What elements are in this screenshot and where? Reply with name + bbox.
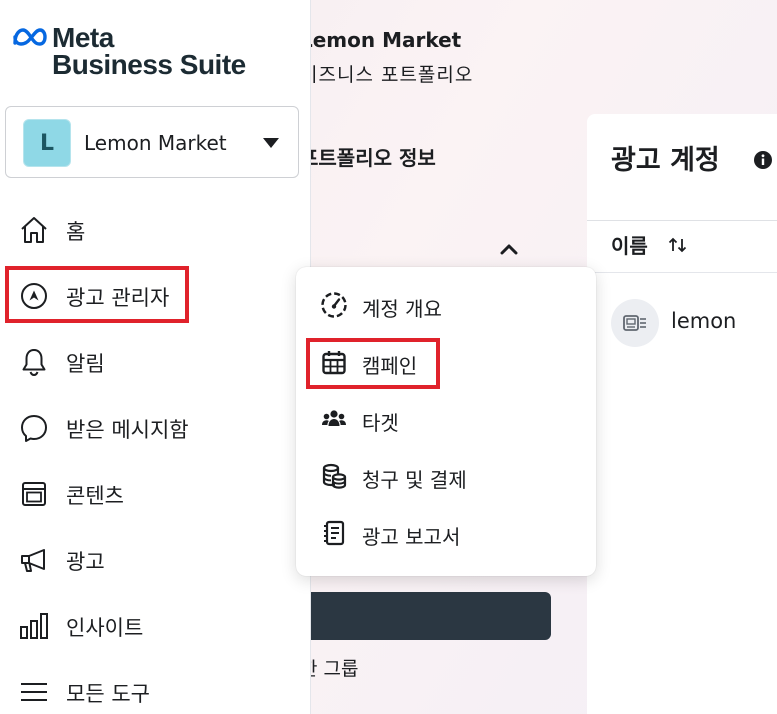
nav-item-ads[interactable]: 광고 bbox=[14, 538, 294, 582]
nav-label: 모든 도구 bbox=[66, 682, 150, 706]
menu-item-label: 캠페인 bbox=[362, 354, 418, 378]
caret-down-icon bbox=[260, 135, 282, 151]
portfolio-heading: 포트폴리오 정보 bbox=[300, 146, 436, 170]
business-name: Lemon Market bbox=[300, 28, 462, 52]
nav-item-content[interactable]: 콘텐츠 bbox=[14, 472, 294, 516]
menu-item-ads-reporting[interactable]: 광고 보고서 bbox=[316, 511, 578, 555]
coins-icon bbox=[320, 462, 348, 490]
nav-item-all-tools[interactable]: 모든 도구 bbox=[14, 670, 294, 714]
nav-label: 광고 관리자 bbox=[66, 286, 170, 310]
menu-item-campaigns[interactable]: 캠페인 bbox=[316, 340, 578, 384]
megaphone-icon bbox=[18, 544, 50, 576]
meta-logo-icon bbox=[12, 27, 48, 47]
sort-icon[interactable] bbox=[667, 235, 689, 255]
primary-action-button[interactable] bbox=[296, 592, 551, 640]
account-avatar: L bbox=[23, 119, 71, 167]
ads-manager-flyout-menu: 계정 개요 캠페인 타겟 청구 및 결제 광고 보고서 bbox=[296, 267, 596, 576]
nav-item-ads-manager[interactable]: 광고 관리자 bbox=[14, 274, 294, 318]
ad-accounts-title: 광고 계정 bbox=[611, 145, 720, 176]
gauge-icon bbox=[320, 291, 348, 319]
ad-account-row[interactable]: lemon bbox=[611, 299, 777, 347]
menu-item-billing[interactable]: 청구 및 결제 bbox=[316, 454, 578, 498]
menu-item-audiences[interactable]: 타겟 bbox=[316, 397, 578, 441]
content-icon bbox=[18, 478, 50, 510]
divider bbox=[587, 272, 777, 273]
meta-business-suite-logo[interactable]: Meta Business Suite bbox=[12, 22, 262, 82]
account-name: Lemon Market bbox=[84, 131, 227, 155]
ads-manager-icon bbox=[18, 280, 50, 312]
audience-icon bbox=[320, 405, 348, 433]
menu-item-label: 청구 및 결제 bbox=[362, 468, 467, 492]
sidebar: Meta Business Suite L Lemon Market 홈 광고 … bbox=[0, 0, 311, 714]
menu-lines-icon bbox=[18, 676, 50, 708]
nav-item-insights[interactable]: 인사이트 bbox=[14, 604, 294, 648]
divider bbox=[587, 220, 777, 221]
chat-bubble-icon bbox=[18, 412, 50, 444]
nav-label: 인사이트 bbox=[66, 616, 144, 640]
bell-icon bbox=[18, 346, 50, 378]
calendar-icon bbox=[320, 348, 348, 376]
menu-item-label: 광고 보고서 bbox=[362, 525, 461, 549]
ad-account-icon bbox=[611, 299, 659, 347]
bar-chart-icon bbox=[18, 610, 50, 642]
nav-item-home[interactable]: 홈 bbox=[14, 208, 294, 252]
nav-label: 콘텐츠 bbox=[66, 484, 124, 508]
business-subtitle: 비즈니스 포트폴리오 bbox=[300, 64, 474, 86]
column-header-name[interactable]: 이름 bbox=[611, 230, 648, 259]
account-switcher[interactable]: L Lemon Market bbox=[5, 106, 299, 178]
menu-item-label: 타겟 bbox=[362, 411, 399, 435]
home-icon bbox=[18, 214, 50, 246]
nav-label: 홈 bbox=[66, 220, 86, 244]
nav-item-notifications[interactable]: 알림 bbox=[14, 340, 294, 384]
nav-label: 받은 메시지함 bbox=[66, 418, 189, 442]
menu-item-account-overview[interactable]: 계정 개요 bbox=[316, 283, 578, 327]
ad-account-name: lemon bbox=[671, 309, 737, 333]
nav-label: 알림 bbox=[66, 352, 105, 376]
info-icon[interactable] bbox=[753, 150, 773, 170]
chevron-up-icon[interactable] bbox=[498, 240, 520, 258]
nav-label: 광고 bbox=[66, 550, 105, 574]
report-icon bbox=[320, 519, 348, 547]
menu-item-label: 계정 개요 bbox=[362, 297, 442, 321]
ad-accounts-card: 광고 계정 이름 lemon bbox=[587, 114, 777, 714]
nav-item-inbox[interactable]: 받은 메시지함 bbox=[14, 406, 294, 450]
logo-text-business-suite: Business Suite bbox=[52, 49, 246, 80]
